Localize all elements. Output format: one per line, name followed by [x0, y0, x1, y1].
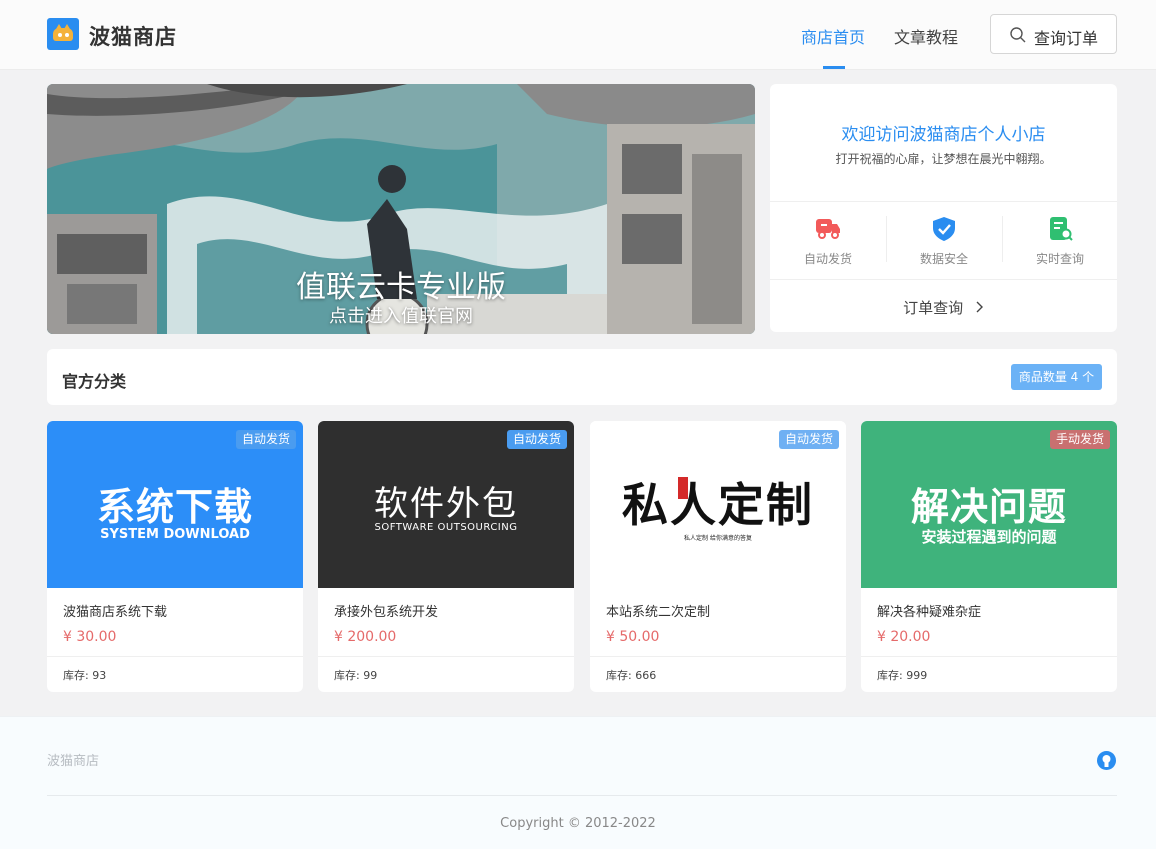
product-image-title: 私人定制 — [622, 478, 814, 532]
divider — [590, 656, 846, 657]
delivery-tag: 自动发货 — [506, 430, 567, 449]
stock-value: 93 — [92, 669, 107, 682]
banner-subtitle: 点击进入值联官网 — [329, 306, 473, 327]
stock-value: 99 — [363, 669, 378, 682]
banner-title: 值联云卡专业版 — [296, 270, 506, 305]
stock-label: 库存: — [877, 669, 903, 682]
product-name[interactable]: 解决各种疑难杂症 — [877, 601, 981, 620]
divider — [318, 656, 574, 657]
delivery-tag: 自动发货 — [778, 430, 839, 449]
product-price: ¥ 20.00 — [877, 629, 931, 645]
copyright-text: Copyright © 2012-2022 — [500, 816, 656, 831]
top-header: 波猫商店 商店首页 文章教程 查询订单 — [0, 0, 1156, 70]
feature-auto-delivery: 自动发货 — [770, 214, 886, 269]
order-query-link[interactable]: 订单查询 — [770, 297, 1117, 318]
query-order-button[interactable]: 查询订单 — [990, 14, 1117, 54]
product-image-subtitle: SOFTWARE OUTSOURCING — [374, 522, 518, 533]
welcome-panel: 欢迎访问波猫商店个人小店 打开祝福的心扉，让梦想在晨光中翱翔。 自动发货 数据安… — [770, 84, 1117, 332]
site-title[interactable]: 波猫商店 — [89, 21, 177, 51]
page-footer: 波猫商店 Copyright © 2012-2022 — [0, 716, 1156, 849]
footer-brand: 波猫商店 — [47, 754, 100, 769]
product-name[interactable]: 波猫商店系统下载 — [63, 601, 167, 620]
divider — [47, 795, 1117, 796]
product-card[interactable]: 私人定制 私人定制 给你满意的答复 自动发货 本站系统二次定制 ¥ 50.00 … — [590, 421, 846, 692]
divider — [47, 656, 303, 657]
truck-icon — [816, 219, 840, 239]
divider — [770, 201, 1117, 202]
product-stock: 库存: 93 — [63, 667, 106, 683]
product-image-subtitle: 安装过程遇到的问题 — [921, 528, 1057, 546]
product-count-badge: 商品数量 4 个 — [1011, 364, 1102, 390]
logo-icon[interactable] — [47, 18, 79, 50]
stock-label: 库存: — [334, 669, 360, 682]
stock-value: 999 — [906, 669, 928, 682]
product-stock: 库存: 666 — [606, 667, 656, 683]
stock-value: 666 — [635, 669, 657, 682]
divider — [861, 656, 1117, 657]
nav-home[interactable]: 商店首页 — [801, 24, 865, 48]
shield-check-icon — [933, 217, 955, 241]
product-image-subtitle: SYSTEM DOWNLOAD — [100, 527, 250, 542]
product-stock: 库存: 99 — [334, 667, 377, 683]
feature-label: 自动发货 — [803, 252, 852, 266]
product-price: ¥ 50.00 — [606, 629, 660, 645]
feature-realtime-query: 实时查询 — [1002, 214, 1118, 269]
chevron-right-icon — [976, 301, 983, 313]
order-query-label: 订单查询 — [903, 299, 964, 317]
github-icon[interactable] — [1097, 751, 1116, 770]
product-card[interactable]: 软件外包 SOFTWARE OUTSOURCING 自动发货 承接外包系统开发 … — [318, 421, 574, 692]
stock-label: 库存: — [63, 669, 89, 682]
feature-label: 实时查询 — [1035, 252, 1084, 266]
feature-data-security: 数据安全 — [886, 214, 1002, 269]
delivery-tag: 手动发货 — [1049, 430, 1110, 449]
hero-banner[interactable]: 值联云卡专业版 点击进入值联官网 — [47, 84, 755, 334]
nav-tutorials[interactable]: 文章教程 — [894, 24, 958, 48]
category-header: 官方分类 商品数量 4 个 — [47, 349, 1117, 405]
product-price: ¥ 30.00 — [63, 629, 117, 645]
stock-label: 库存: — [606, 669, 632, 682]
document-search-icon — [1050, 217, 1073, 241]
product-image-title: 软件外包 — [374, 484, 518, 524]
product-image-subtitle: 私人定制 给你满意的答复 — [684, 535, 752, 542]
product-price: ¥ 200.00 — [334, 629, 397, 645]
feature-label: 数据安全 — [919, 252, 968, 266]
welcome-title: 欢迎访问波猫商店个人小店 — [841, 125, 1046, 145]
welcome-subtitle: 打开祝福的心扉，让梦想在晨光中翱翔。 — [835, 152, 1052, 166]
product-image-title: 系统下载 — [96, 485, 253, 529]
search-icon — [1010, 27, 1026, 43]
product-image-title: 解决问题 — [910, 485, 1067, 529]
category-title: 官方分类 — [62, 372, 127, 391]
product-name[interactable]: 承接外包系统开发 — [334, 601, 438, 620]
delivery-tag: 自动发货 — [235, 430, 296, 449]
product-card[interactable]: 系统下载 SYSTEM DOWNLOAD 自动发货 波猫商店系统下载 ¥ 30.… — [47, 421, 303, 692]
nav-active-indicator — [823, 66, 845, 69]
product-name[interactable]: 本站系统二次定制 — [606, 601, 710, 620]
product-stock: 库存: 999 — [877, 667, 927, 683]
divider — [770, 279, 1117, 280]
query-order-label: 查询订单 — [1034, 29, 1099, 48]
product-card[interactable]: 解决问题 安装过程遇到的问题 手动发货 解决各种疑难杂症 ¥ 20.00 库存:… — [861, 421, 1117, 692]
